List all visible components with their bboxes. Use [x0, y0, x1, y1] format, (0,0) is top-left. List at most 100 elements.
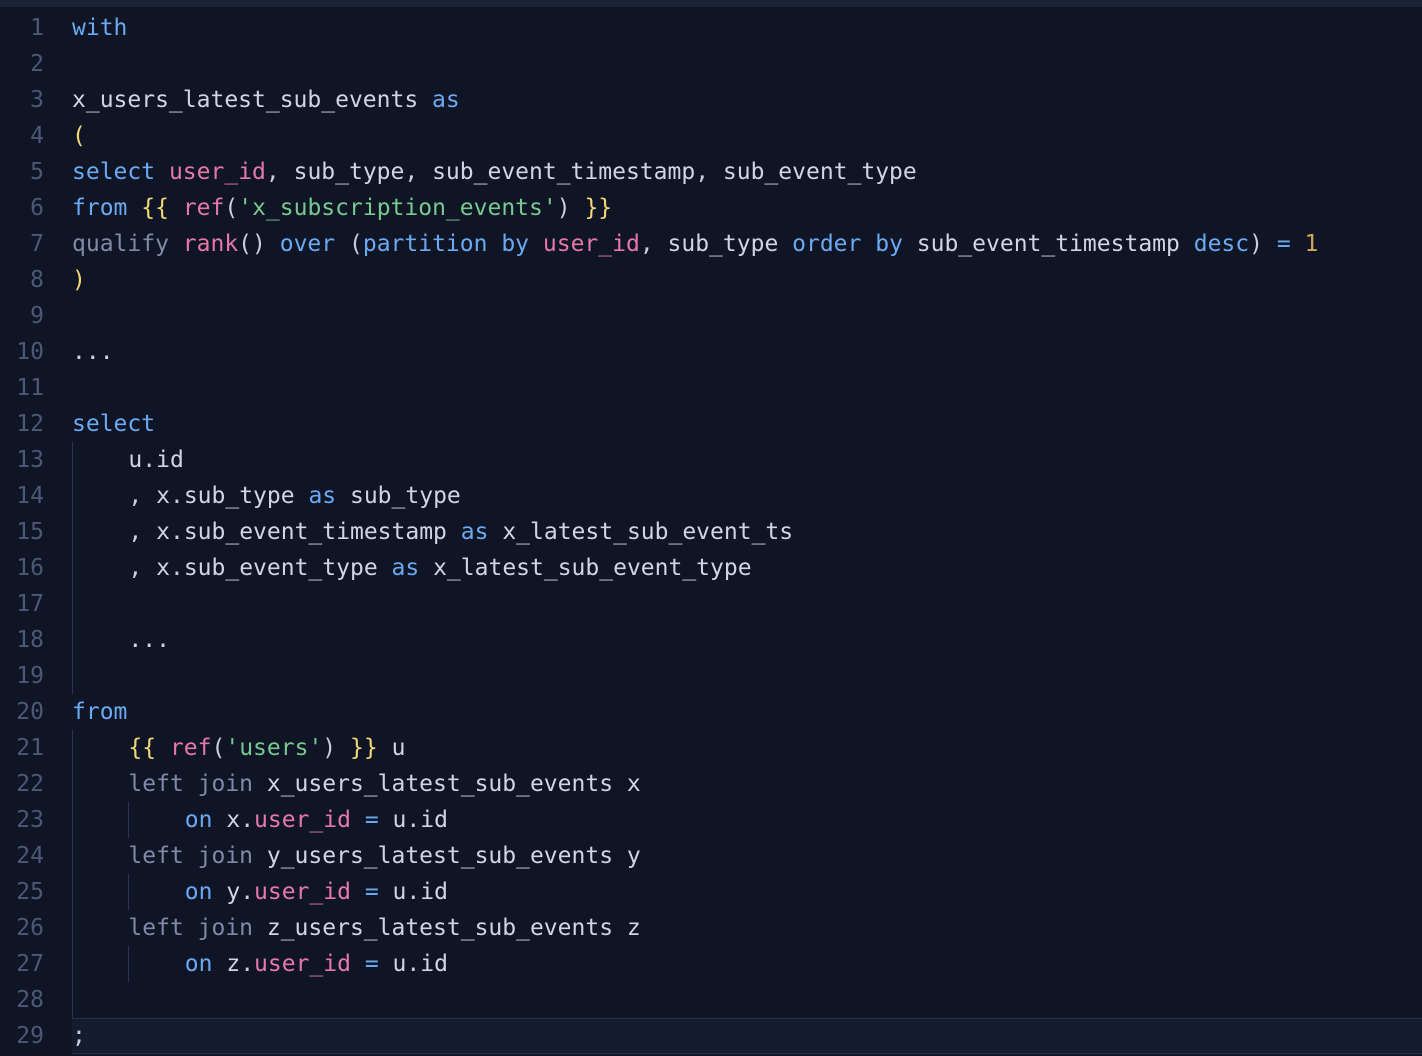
token-paren: ( [212, 730, 226, 766]
code-line[interactable]: on z.user_id = u.id [72, 946, 1422, 982]
line-number: 25 [0, 874, 72, 910]
token-ident [266, 226, 280, 262]
token-k: select [72, 154, 155, 190]
token-dcurl: }} [350, 730, 378, 766]
token-ellip: ... [72, 334, 114, 370]
token-ident: sub_event_timestamp [184, 514, 461, 550]
token-punc: . [240, 874, 254, 910]
token-paren: ( [224, 190, 238, 226]
token-ident: sub_event_type [723, 154, 917, 190]
token-k: as [392, 550, 420, 586]
token-punc: , [640, 226, 668, 262]
token-ident [529, 226, 543, 262]
token-k: on [185, 946, 213, 982]
code-line[interactable]: on x.user_id = u.id [72, 802, 1422, 838]
code-line[interactable]: left join y_users_latest_sub_events y [72, 838, 1422, 874]
code-line[interactable]: , x.sub_event_timestamp as x_latest_sub_… [72, 514, 1422, 550]
token-ident [335, 226, 349, 262]
token-ident: sub_event_type [184, 550, 392, 586]
code-line[interactable]: ... [72, 622, 1422, 658]
token-k: order by [792, 226, 903, 262]
token-ident: x_users_latest_sub_events x [253, 766, 641, 802]
token-ident: sub_type [294, 154, 405, 190]
token-ident: x [212, 802, 240, 838]
code-line[interactable] [72, 586, 1422, 622]
token-ident: x [156, 514, 170, 550]
code-line[interactable] [72, 298, 1422, 334]
token-ident: y_users_latest_sub_events y [253, 838, 641, 874]
token-punc: , [695, 154, 723, 190]
code-line[interactable]: left join z_users_latest_sub_events z [72, 910, 1422, 946]
token-ident: id [420, 802, 448, 838]
line-number: 17 [0, 586, 72, 622]
code-line[interactable]: {{ ref('users') }} u [72, 730, 1422, 766]
code-line[interactable] [72, 658, 1422, 694]
code-line[interactable]: select [72, 406, 1422, 442]
code-editor[interactable]: 1234567891011121314151617181920212223242… [0, 7, 1422, 1056]
token-ident [571, 190, 585, 226]
code-line[interactable]: ... [72, 334, 1422, 370]
token-ident [155, 154, 169, 190]
code-line[interactable]: with [72, 10, 1422, 46]
code-line[interactable]: from [72, 694, 1422, 730]
token-paren: ) [322, 730, 336, 766]
token-brk: ( [72, 118, 86, 154]
code-line[interactable]: from {{ ref('x_subscription_events') }} [72, 190, 1422, 226]
token-op: = [365, 802, 379, 838]
code-line[interactable]: , x.sub_type as sub_type [72, 478, 1422, 514]
token-punc: . [170, 478, 184, 514]
code-line[interactable]: , x.sub_event_type as x_latest_sub_event… [72, 550, 1422, 586]
code-line[interactable] [72, 370, 1422, 406]
token-ident: sub_type [668, 226, 793, 262]
token-k: select [72, 406, 155, 442]
line-number: 23 [0, 802, 72, 838]
code-line[interactable] [72, 46, 1422, 82]
line-number: 29 [0, 1018, 72, 1054]
token-kgrey: left join [128, 910, 253, 946]
token-punc: ; [72, 1018, 86, 1054]
code-line[interactable]: left join x_users_latest_sub_events x [72, 766, 1422, 802]
code-area[interactable]: withx_users_latest_sub_events as(select … [72, 7, 1422, 1056]
token-punc: . [406, 946, 420, 982]
token-col: user_id [543, 226, 640, 262]
token-k: desc [1194, 226, 1249, 262]
code-line[interactable]: x_users_latest_sub_events as [72, 82, 1422, 118]
code-line[interactable]: u.id [72, 442, 1422, 478]
token-op: = [365, 946, 379, 982]
token-k: from [72, 694, 127, 730]
line-number: 6 [0, 190, 72, 226]
token-ident: x_latest_sub_event_ts [488, 514, 793, 550]
token-ident: sub_event_timestamp [903, 226, 1194, 262]
code-line[interactable]: select user_id, sub_type, sub_event_time… [72, 154, 1422, 190]
line-number: 1 [0, 10, 72, 46]
token-paren: ( [349, 226, 363, 262]
token-ident: sub_type [336, 478, 461, 514]
token-ident: z [212, 946, 240, 982]
token-ident: x_users_latest_sub_events [72, 82, 432, 118]
line-number: 16 [0, 550, 72, 586]
token-ident: id [420, 946, 448, 982]
token-ident: u [379, 874, 407, 910]
line-number: 5 [0, 154, 72, 190]
token-ident [169, 190, 183, 226]
line-number: 26 [0, 910, 72, 946]
token-ident [156, 730, 170, 766]
token-punc: . [142, 442, 156, 478]
code-line[interactable]: ( [72, 118, 1422, 154]
code-line[interactable] [72, 982, 1422, 1018]
token-punc: , [128, 478, 156, 514]
token-ident: sub_event_timestamp [432, 154, 695, 190]
token-ident [351, 874, 365, 910]
editor-topbar [0, 0, 1422, 7]
code-line[interactable]: ) [72, 262, 1422, 298]
token-col: user_id [169, 154, 266, 190]
token-brk: ) [72, 262, 86, 298]
code-line[interactable]: on y.user_id = u.id [72, 874, 1422, 910]
token-paren: ) [1249, 226, 1263, 262]
line-number: 18 [0, 622, 72, 658]
line-number: 10 [0, 334, 72, 370]
token-ident: x_latest_sub_event_type [419, 550, 751, 586]
token-k: as [432, 82, 460, 118]
token-punc: . [406, 874, 420, 910]
code-line[interactable]: qualify rank() over (partition by user_i… [72, 226, 1422, 262]
